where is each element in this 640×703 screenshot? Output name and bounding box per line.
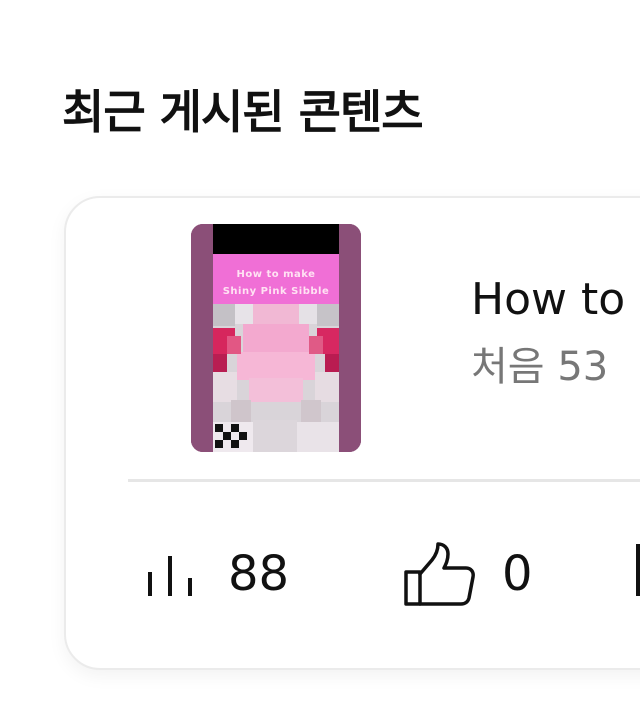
section-title: 최근 게시된 콘텐츠 <box>62 85 424 139</box>
views-stat: 88 <box>142 546 289 602</box>
thumbnail-overlay-line2: Shiny Pink Sibble <box>222 286 330 297</box>
bar-chart-icon <box>148 556 192 596</box>
likes-stat[interactable]: 0 <box>404 542 533 606</box>
thumbnail-overlay-text: How to make Shiny Pink Sibble <box>191 266 361 300</box>
thumbnail-image <box>191 224 361 452</box>
content-subtitle: 처음 53 <box>471 344 609 390</box>
card-divider <box>128 479 640 482</box>
content-title[interactable]: How to <box>471 274 625 325</box>
thumbnail-overlay-line1: How to make <box>236 269 316 280</box>
likes-count: 0 <box>502 546 533 602</box>
page: 최근 게시된 콘텐츠 How to make Shiny Pink Sibble… <box>0 0 640 703</box>
comments-icon-partial <box>636 544 640 596</box>
content-card[interactable]: How to make Shiny Pink Sibble How to 처음 … <box>64 196 640 670</box>
thumbs-up-icon[interactable] <box>404 542 476 606</box>
views-count: 88 <box>228 546 290 602</box>
content-thumbnail[interactable]: How to make Shiny Pink Sibble <box>191 224 361 452</box>
